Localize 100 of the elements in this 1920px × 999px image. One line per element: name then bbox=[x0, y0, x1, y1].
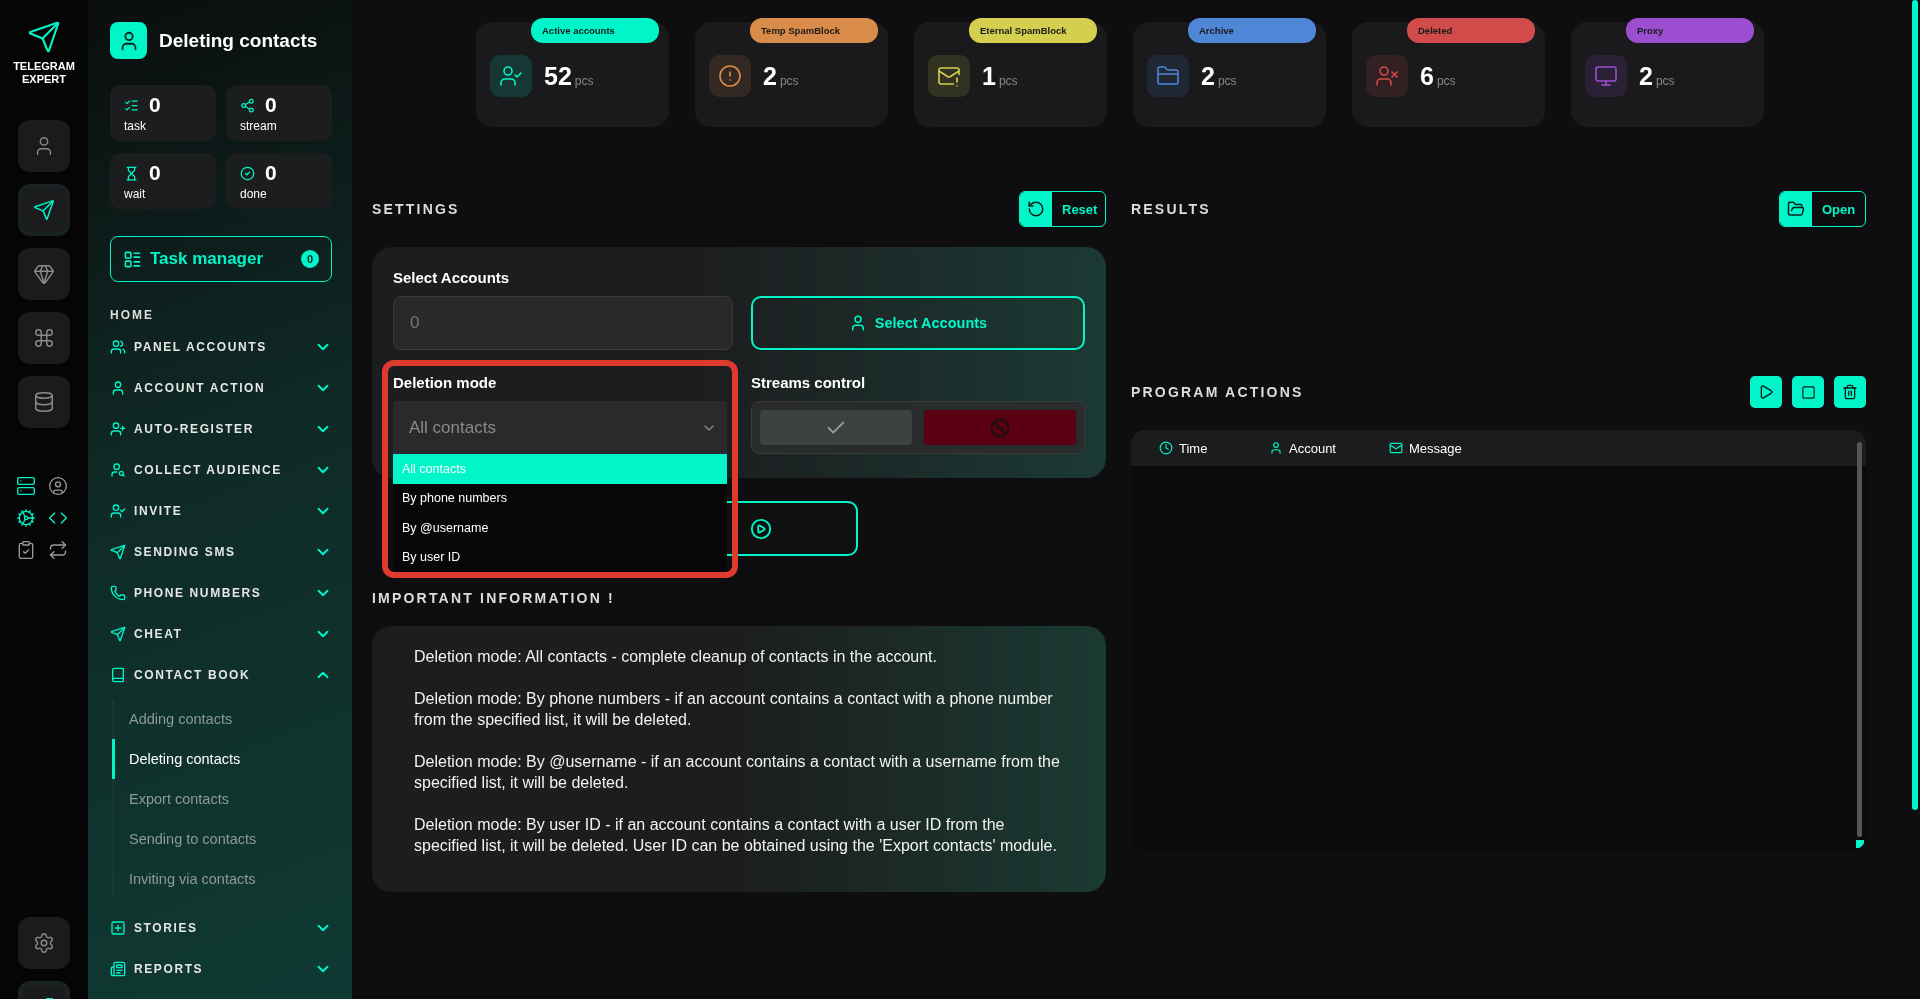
nav-link[interactable]: HOME bbox=[110, 304, 332, 326]
user-x-icon bbox=[1366, 55, 1408, 97]
counter-value: 0 bbox=[265, 93, 278, 117]
submenu-item[interactable]: Export contacts bbox=[112, 779, 332, 819]
stat-unit: pcs bbox=[1217, 73, 1237, 88]
info-paragraph: Deletion mode: By @username - if an account contains a contact with a username from the specified list, it will be deleted. bbox=[414, 752, 1061, 793]
mail-icon bbox=[1389, 441, 1403, 455]
column-header: Message bbox=[1409, 440, 1462, 456]
folder-icon bbox=[1147, 55, 1189, 97]
stat-unit: pcs bbox=[574, 73, 594, 88]
open-button[interactable]: Open bbox=[1779, 191, 1866, 227]
stop-icon bbox=[1800, 384, 1816, 400]
page-title: Deleting contacts bbox=[159, 29, 318, 52]
nav-item[interactable]: INVITE bbox=[110, 490, 332, 531]
stat-unit: pcs bbox=[998, 73, 1018, 88]
nav-item[interactable]: REPORTS bbox=[110, 948, 332, 989]
rail-button[interactable] bbox=[18, 312, 70, 365]
accounts-field[interactable]: 0 bbox=[393, 296, 733, 350]
nav-item[interactable]: PANEL ACCOUNTS bbox=[110, 326, 332, 367]
nav-item[interactable]: CHEAT bbox=[110, 613, 332, 654]
play-button[interactable] bbox=[1750, 376, 1782, 408]
user-search-icon bbox=[110, 461, 126, 478]
stat-value: 52 bbox=[544, 61, 572, 90]
user-icon bbox=[110, 379, 126, 396]
dropdown-option[interactable]: By @username bbox=[393, 513, 727, 543]
deletion-mode-select[interactable]: All contacts bbox=[393, 401, 727, 454]
book-icon bbox=[110, 666, 126, 683]
mail-warning-icon bbox=[928, 55, 970, 97]
nav-item[interactable]: AUTO-REGISTER bbox=[110, 408, 332, 449]
rail-button[interactable] bbox=[18, 248, 70, 301]
field-label: Streams control bbox=[751, 374, 867, 391]
dropdown-option[interactable]: By user ID bbox=[393, 542, 727, 572]
info-paragraph: Deletion mode: By phone numbers - if an account contains a contact with a phone number from the specified list, it will be deleted. bbox=[414, 689, 1054, 730]
nav-item[interactable]: STORIES bbox=[110, 907, 332, 948]
submenu-item[interactable]: Adding contacts bbox=[112, 699, 332, 739]
list-layout-icon bbox=[123, 249, 142, 269]
counter-label: stream bbox=[240, 119, 278, 133]
nav-label: PHONE NUMBERS bbox=[134, 585, 262, 600]
counter-value: 0 bbox=[149, 161, 162, 185]
nav-item[interactable]: COLLECT AUDIENCE bbox=[110, 449, 332, 490]
nav-label: AUTO-REGISTER bbox=[134, 421, 254, 436]
counter-value: 0 bbox=[149, 93, 162, 117]
rail-button[interactable] bbox=[18, 376, 70, 429]
settings-icon bbox=[33, 932, 55, 954]
database-icon bbox=[33, 391, 55, 414]
stat-unit: pcs bbox=[1655, 73, 1675, 88]
monitor-icon bbox=[1585, 55, 1627, 97]
paper-plane-icon bbox=[110, 543, 126, 560]
nav-label: COLLECT AUDIENCE bbox=[134, 462, 282, 477]
nav-item[interactable]: SENDING SMS bbox=[110, 531, 332, 572]
submenu-item[interactable]: Inviting via contacts bbox=[112, 859, 332, 899]
logo-text: TELEGRAM EXPERT bbox=[12, 60, 76, 87]
phone-icon bbox=[110, 584, 126, 601]
plus-square-icon bbox=[110, 919, 126, 936]
stat-value: 2 bbox=[1201, 61, 1215, 90]
field-label: Deletion mode bbox=[393, 374, 498, 391]
nav-label: STORIES bbox=[134, 920, 198, 935]
user-icon bbox=[1269, 441, 1283, 455]
submenu-item[interactable]: Sending to contacts bbox=[112, 819, 332, 859]
resize-handle[interactable] bbox=[1856, 840, 1864, 848]
column-header: Account bbox=[1289, 440, 1336, 456]
user-icon bbox=[110, 22, 147, 59]
stat-unit: pcs bbox=[779, 73, 799, 88]
stat-value: 2 bbox=[763, 61, 777, 90]
nav-label: INVITE bbox=[134, 503, 183, 518]
nav-item[interactable]: CONTACT BOOK bbox=[110, 654, 332, 695]
submenu-item[interactable]: Deleting contacts bbox=[112, 739, 332, 779]
check-circle-icon bbox=[240, 165, 255, 181]
paper-plane-icon bbox=[27, 20, 61, 54]
paper-plane-icon bbox=[33, 199, 55, 222]
reset-button[interactable]: Reset bbox=[1019, 191, 1106, 227]
counter-label: wait bbox=[124, 187, 147, 201]
nav-label: REPORTS bbox=[134, 961, 204, 976]
rail-button[interactable] bbox=[18, 917, 70, 969]
section-title: SETTINGS bbox=[372, 201, 460, 217]
user-plus-icon bbox=[110, 420, 126, 437]
gem-icon bbox=[33, 263, 55, 286]
status-tag: Temp SpamBlock bbox=[750, 18, 878, 43]
nav-item[interactable]: ACCOUNT ACTION bbox=[110, 367, 332, 408]
nav-label: PANEL ACCOUNTS bbox=[134, 339, 267, 354]
nav-item[interactable]: PHONE NUMBERS bbox=[110, 572, 332, 613]
rail-button[interactable] bbox=[18, 184, 70, 237]
status-tag: Proxy bbox=[1626, 18, 1754, 43]
stat-value: 6 bbox=[1420, 61, 1434, 90]
nav-label: CHEAT bbox=[134, 626, 183, 641]
task-manager-button[interactable]: Task manager 0 bbox=[110, 236, 332, 282]
info-paragraph: Deletion mode: All contacts - complete cleanup of contacts in the account. bbox=[414, 647, 938, 667]
stat-value: 1 bbox=[982, 61, 996, 90]
ban-icon bbox=[990, 417, 1010, 438]
status-tag: Archive bbox=[1188, 18, 1316, 43]
select-accounts-button[interactable]: Select Accounts bbox=[751, 296, 1085, 350]
check-button[interactable] bbox=[760, 410, 912, 445]
stop-button[interactable] bbox=[1792, 376, 1824, 408]
counter-label: task bbox=[124, 119, 147, 133]
scrollbar[interactable] bbox=[1912, 0, 1918, 810]
play-icon bbox=[1758, 384, 1774, 400]
dropdown-option[interactable]: By phone numbers bbox=[393, 483, 727, 513]
section-title: IMPORTANT INFORMATION ! bbox=[372, 590, 616, 606]
field-label: Select Accounts bbox=[393, 269, 511, 286]
delete-button[interactable] bbox=[1834, 376, 1866, 408]
